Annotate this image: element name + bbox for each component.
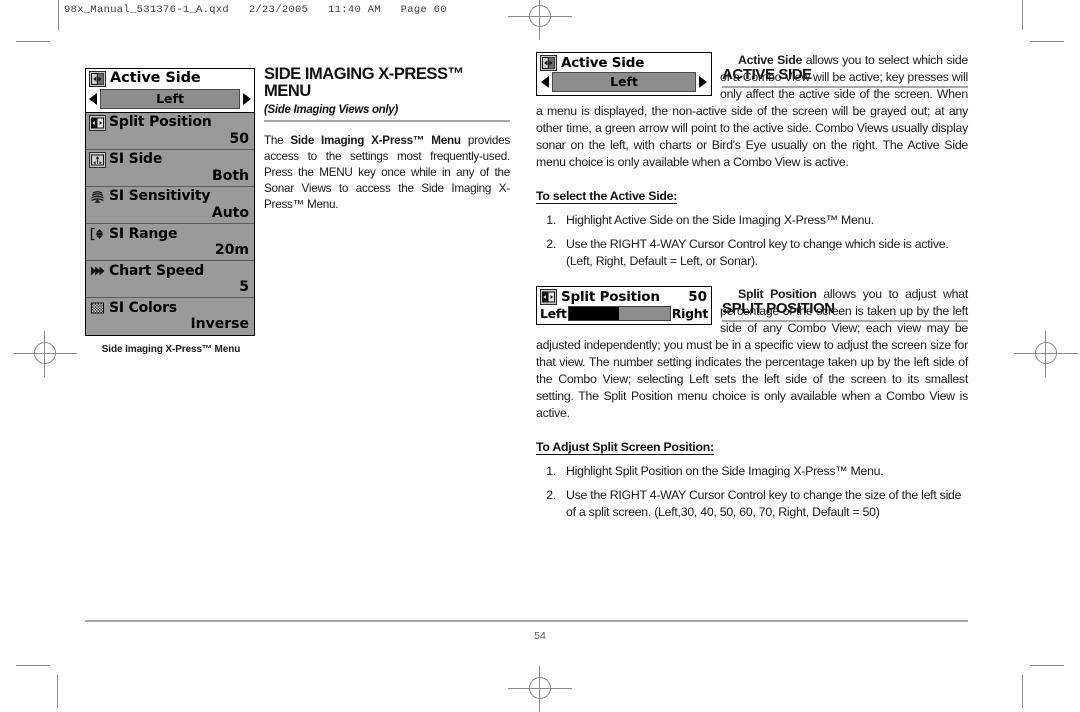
- step-number: 1.: [546, 464, 556, 479]
- lcd-menu-header-selector[interactable]: Left: [89, 89, 251, 109]
- si-side-icon: [89, 152, 106, 169]
- lcd-menu-row-value: 20m: [214, 242, 249, 259]
- active-side-widget-value: Left: [552, 72, 696, 92]
- split-position-widget-value: 50: [688, 289, 707, 306]
- active-side-paragraph-bold: Active Side: [738, 53, 803, 67]
- split-position-slider-fill: [568, 307, 620, 321]
- footer-divider: [85, 620, 968, 622]
- page-number: 54: [534, 630, 546, 642]
- lcd-menu-row-si-colors[interactable]: SI Colors Inverse: [86, 298, 254, 334]
- active-side-body: Active Side Left Active Side allows you …: [536, 52, 968, 171]
- active-side-procedure: To select the Active Side: 1. Highlight …: [536, 187, 968, 270]
- left-arrow-icon[interactable]: [541, 76, 549, 88]
- split-position-procedure: To Adjust Split Screen Position: 1. High…: [536, 438, 968, 521]
- lcd-menu-row-value: Inverse: [190, 316, 249, 333]
- side-imaging-xpress-menu-graphic: Active Side Left Split Position 50 SI Si…: [85, 68, 255, 336]
- lcd-menu-row-si-sensitivity[interactable]: SI Sensitivity Auto: [86, 187, 254, 225]
- intro-bold: Side Imaging X-Press™ Menu: [290, 134, 461, 148]
- lcd-menu-row-value: Auto: [211, 205, 249, 222]
- step-number: 1.: [546, 213, 556, 228]
- split-position-body: Split Position 50 Left Right Split Posit…: [536, 286, 968, 422]
- left-arrow-icon[interactable]: [89, 93, 97, 105]
- si-sensitivity-icon: [89, 189, 106, 205]
- lcd-menu-row-value: Both: [212, 168, 249, 185]
- split-position-slider[interactable]: Left Right: [537, 305, 711, 324]
- lcd-menu-row-value: 5: [239, 279, 249, 296]
- active-side-widget-title: Active Side: [561, 55, 645, 71]
- split-position-icon: [540, 289, 557, 306]
- split-position-slider-track[interactable]: [567, 306, 671, 322]
- page-subtitle: (Side Imaging Views only): [264, 103, 398, 116]
- list-item: 1. Highlight Active Side on the Side Ima…: [536, 212, 968, 229]
- lcd-menu-header: Active Side Left: [86, 69, 254, 113]
- split-position-paragraph-bold: Split Position: [738, 287, 817, 302]
- lcd-menu-row-value: 50: [229, 131, 249, 147]
- si-colors-icon: [89, 300, 106, 316]
- step-text: Highlight Active Side on the Side Imagin…: [566, 213, 874, 228]
- intro-lead: The: [264, 134, 291, 148]
- lcd-menu-row-chart-speed[interactable]: Chart Speed 5: [86, 261, 254, 299]
- heading-divider: [264, 119, 510, 122]
- list-item: 1. Highlight Split Position on the Side …: [536, 463, 968, 480]
- right-arrow-icon[interactable]: [243, 93, 251, 105]
- chart-speed-icon: [89, 263, 106, 279]
- lcd-menu-row-label: SI Side: [109, 151, 163, 168]
- lcd-menu-row-label: SI Colors: [109, 299, 177, 316]
- step-text: Use the RIGHT 4-WAY Cursor Control key t…: [566, 237, 949, 269]
- active-side-icon: [89, 71, 106, 87]
- right-arrow-icon[interactable]: [699, 76, 707, 88]
- split-position-widget-graphic: Split Position 50 Left Right: [536, 286, 712, 326]
- active-side-steps: 1. Highlight Active Side on the Side Ima…: [536, 212, 968, 270]
- lcd-menu-row-label: SI Sensitivity: [109, 188, 211, 205]
- lcd-menu-header-title: Active Side: [110, 70, 201, 87]
- step-text: Use the RIGHT 4-WAY Cursor Control key t…: [566, 488, 962, 520]
- lcd-menu-row-label: Chart Speed: [109, 262, 205, 279]
- si-range-icon: [89, 226, 106, 242]
- lcd-menu-row-si-range[interactable]: SI Range 20m: [86, 224, 254, 262]
- lcd-menu-row-label: Split Position: [109, 114, 212, 131]
- active-side-icon: [540, 55, 557, 71]
- split-position-steps: 1. Highlight Split Position on the Side …: [536, 463, 968, 521]
- split-position-widget-title: Split Position: [561, 289, 660, 306]
- list-item: 2. Use the RIGHT 4-WAY Cursor Control ke…: [536, 487, 968, 521]
- split-position-slider-left-label: Left: [540, 306, 567, 322]
- lcd-menu-header-value: Left: [100, 89, 240, 109]
- lcd-menu-row-split-position[interactable]: Split Position 50: [86, 113, 254, 151]
- step-text: Highlight Split Position on the Side Ima…: [566, 464, 884, 479]
- right-column: ACTIVE SIDE Active Side Left Active Side…: [536, 52, 968, 521]
- active-side-procedure-title: To select the Active Side:: [536, 189, 678, 205]
- middle-column: SIDE IMAGING X-PRESS™ MENU (Side Imaging…: [264, 65, 510, 225]
- lcd-menu-row-label: SI Range: [109, 225, 178, 242]
- figure-caption: Side Imaging X-Press™ Menu: [101, 344, 241, 355]
- split-position-icon: [89, 115, 106, 131]
- step-number: 2.: [546, 488, 556, 503]
- split-position-slider-right-label: Right: [671, 306, 709, 322]
- split-position-procedure-title: To Adjust Split Screen Position:: [536, 440, 714, 456]
- step-number: 2.: [546, 237, 556, 252]
- page-title: SIDE IMAGING X-PRESS™ MENU: [264, 65, 464, 101]
- lcd-menu-row-si-side[interactable]: SI Side Both: [86, 150, 254, 188]
- active-side-widget-graphic: Active Side Left: [536, 52, 712, 96]
- active-side-widget-selector[interactable]: Left: [537, 71, 711, 95]
- list-item: 2. Use the RIGHT 4-WAY Cursor Control ke…: [536, 236, 968, 270]
- intro-paragraph: The Side Imaging X-Press™ Menu provides …: [264, 133, 510, 213]
- manual-page: Active Side Left Split Position 50 SI Si…: [0, 0, 1080, 708]
